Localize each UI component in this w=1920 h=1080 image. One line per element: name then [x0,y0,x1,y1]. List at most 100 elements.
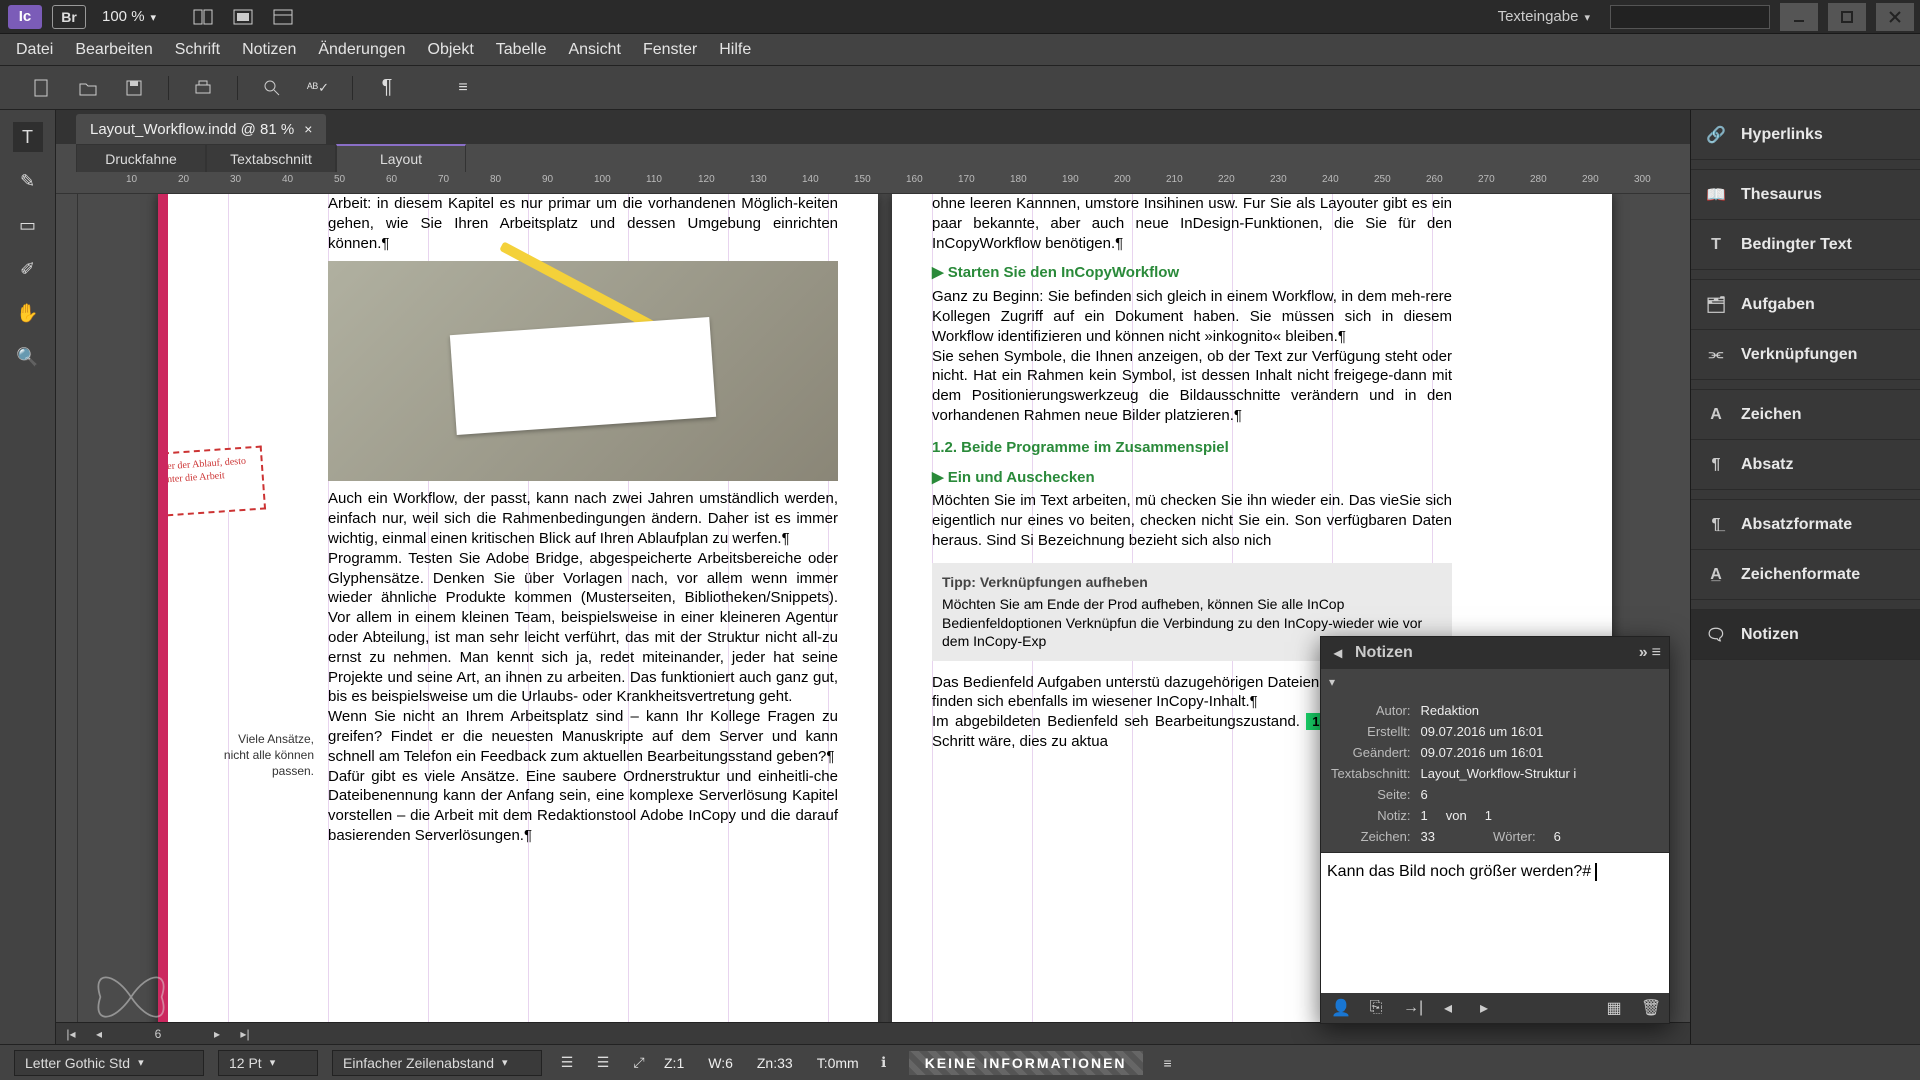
info-toggle-icon[interactable]: ℹ [873,1052,895,1074]
value-page: 6 [1421,787,1660,802]
sidebar-item-hyperlinks[interactable]: 🔗Hyperlinks [1691,110,1920,160]
menu-datei[interactable]: Datei [16,41,53,59]
sidebar-item-bedingter-text[interactable]: TBedingter Text [1691,220,1920,270]
paragraph-icon: ¶ [1705,454,1727,476]
save-icon[interactable] [122,76,146,100]
notes-icon: 🗨 [1705,624,1727,646]
sidebar-item-absatz[interactable]: ¶ Absatz [1691,440,1920,490]
next-note-button[interactable]: ▸ [1475,998,1493,1018]
disclosure-icon[interactable]: ▾ [1329,675,1335,689]
bridge-badge[interactable]: Br [52,5,86,29]
zoom-tool[interactable]: 🔍 [13,342,43,372]
sidebar-item-notizen[interactable]: 🗨Notizen [1691,610,1920,660]
screen-mode-icon[interactable] [232,6,254,28]
hand-tool[interactable]: ✋ [13,298,43,328]
menu-notizen[interactable]: Notizen [242,41,296,59]
zoom-dropdown[interactable]: 100 % [96,8,162,25]
minimize-button[interactable] [1780,3,1818,31]
align-center-icon[interactable]: ☰ [592,1052,614,1074]
menu-bearbeiten[interactable]: Bearbeiten [75,41,152,59]
user-icon[interactable]: 👤 [1331,998,1349,1018]
label-of: von [1446,808,1467,823]
sidebar-item-aufgaben[interactable]: 🗂Aufgaben [1691,280,1920,330]
panel-menu-icon[interactable]: ≡ [1652,644,1661,662]
spellcheck-icon[interactable]: ᴬᴮ✓ [306,76,330,100]
leading-dropdown[interactable]: Einfacher Zeilenabstand [332,1050,542,1076]
eyedropper-tool[interactable]: ✐ [13,254,43,284]
sidebar-item-thesaurus[interactable]: 📖Thesaurus [1691,170,1920,220]
view-tab-layout[interactable]: Layout [336,144,466,172]
menu-fenster[interactable]: Fenster [643,41,697,59]
panel-title: Notizen [1355,644,1631,662]
menu-schrift[interactable]: Schrift [175,41,220,59]
body-text: Auch ein Workflow, der passt, kann nach … [328,489,838,548]
align-scale-icon[interactable]: ⤢ [628,1052,650,1074]
menu-ansicht[interactable]: Ansicht [568,41,620,59]
label-chars: Zeichen: [1331,829,1411,844]
label-created: Erstellt: [1331,724,1411,739]
workspace-dropdown[interactable]: Texteingabe [1488,4,1600,29]
page-left: Arbeit: in diesem Kapitel es nur primar … [158,194,878,1044]
control-menu-icon[interactable]: ≡ [1157,1052,1179,1074]
new-note-button[interactable]: ▦ [1605,998,1623,1018]
delete-note-button[interactable]: 🗑 [1641,998,1659,1018]
go-to-note-icon[interactable]: →| [1403,999,1421,1017]
menu-hilfe[interactable]: Hilfe [719,41,751,59]
anchor-note-icon[interactable]: ⎘ [1367,999,1385,1017]
label-note: Notiz: [1331,808,1411,823]
menu-aenderungen[interactable]: Änderungen [318,41,405,59]
collapse-icon[interactable]: ◂ [1329,643,1347,663]
sidebar-item-label: Absatz [1741,456,1793,474]
collapse-double-icon[interactable]: » [1639,644,1644,662]
last-page-button[interactable]: ▸| [236,1027,254,1041]
sidebar-item-verknuepfungen[interactable]: ⫘Verknüpfungen [1691,330,1920,380]
value-changed: 09.07.2016 um 16:01 [1421,745,1660,760]
sidebar-item-label: Hyperlinks [1741,126,1823,144]
search-input[interactable] [1610,5,1770,29]
watermark-icon [86,962,176,1032]
value-created: 09.07.2016 um 16:01 [1421,724,1660,739]
print-icon[interactable] [191,76,215,100]
label-words: Wörter: [1493,829,1536,844]
label-author: Autor: [1331,703,1411,718]
align-left-icon[interactable]: ☰ [556,1052,578,1074]
open-icon[interactable] [76,76,100,100]
doc-tab[interactable]: Layout_Workflow.indd @ 81 % × [76,114,326,144]
prev-note-button[interactable]: ◂ [1439,998,1457,1018]
body-text: Dafür gibt es viele Ansätze. Eine sauber… [328,767,838,846]
toolbar-menu-icon[interactable]: ≡ [451,76,475,100]
sidebar-item-label: Verknüpfungen [1741,346,1857,364]
type-tool[interactable]: T [13,122,43,152]
first-page-button[interactable]: |◂ [62,1027,80,1041]
close-icon[interactable]: × [304,121,312,137]
pilcrow-icon[interactable]: ¶ [375,76,399,100]
notes-panel[interactable]: ◂ Notizen » ≡ ▾ Autor: Redaktion Erstell… [1320,636,1670,1024]
arrange-icon[interactable] [192,6,214,28]
menu-tabelle[interactable]: Tabelle [496,41,547,59]
sidebar-item-zeichen[interactable]: AZeichen [1691,390,1920,440]
body-text: Sie sehen Symbole, die Ihnen anzeigen, o… [932,347,1452,426]
menu-objekt[interactable]: Objekt [428,41,474,59]
sidebar-item-absatzformate[interactable]: ¶̲Absatzformate [1691,500,1920,550]
note-tool[interactable]: ✎ [13,166,43,196]
maximize-button[interactable] [1828,3,1866,31]
sidebar-item-zeichenformate[interactable]: A̲Zeichenformate [1691,550,1920,600]
close-button[interactable] [1876,3,1914,31]
find-icon[interactable] [260,76,284,100]
sticky-note: Je klarer der Ablauf, desto effizienter … [158,446,266,519]
sidebar-item-label: Aufgaben [1741,296,1815,314]
note-textarea[interactable]: Kann das Bild noch größer werden?# [1321,853,1669,993]
view-options-icon[interactable] [272,6,294,28]
new-doc-icon[interactable] [30,76,54,100]
chevron-down-icon [151,8,157,25]
zoom-value: 100 % [102,8,145,25]
body-text: Ganz zu Beginn: Sie befinden sich gleich… [932,287,1452,346]
view-tab-textabschnitt[interactable]: Textabschnitt [206,144,336,172]
doc-tab-title: Layout_Workflow.indd @ 81 % [90,121,294,138]
next-page-button[interactable]: ▸ [208,1027,226,1041]
body-text: Möchten Sie im Text arbeiten, mü checken… [932,491,1452,550]
view-tab-druckfahne[interactable]: Druckfahne [76,144,206,172]
font-size-dropdown[interactable]: 12 Pt [218,1050,318,1076]
position-tool[interactable]: ▭ [13,210,43,240]
font-family-dropdown[interactable]: Letter Gothic Std [14,1050,204,1076]
